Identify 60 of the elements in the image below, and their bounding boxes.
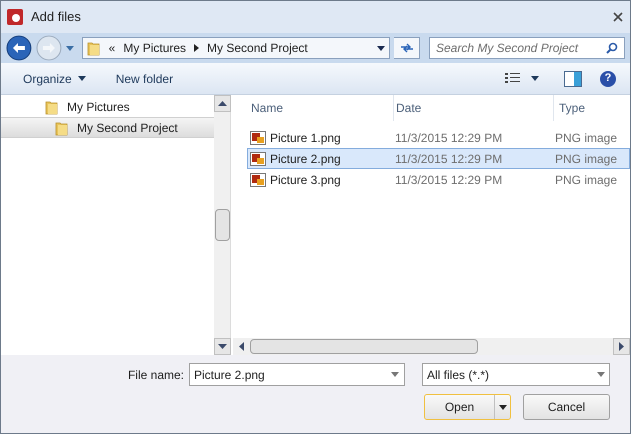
open-button[interactable]: Open — [424, 394, 511, 420]
close-icon[interactable] — [612, 11, 624, 23]
cancel-button[interactable]: Cancel — [523, 394, 610, 420]
new-folder-button[interactable]: New folder — [106, 70, 184, 88]
help-button[interactable]: ? — [600, 70, 616, 86]
folder-icon — [45, 98, 59, 114]
refresh-button[interactable] — [394, 37, 420, 59]
folder-icon — [86, 40, 101, 56]
scroll-right-icon[interactable] — [613, 338, 630, 355]
address-bar[interactable]: « My Pictures My Second Project — [82, 37, 390, 59]
tree-item[interactable]: My Pictures — [1, 96, 214, 117]
column-header[interactable]: Type — [554, 95, 630, 121]
horizontal-scrollbar[interactable] — [233, 338, 630, 355]
image-file-icon — [250, 172, 266, 188]
file-date: 11/3/2015 12:29 PM — [395, 130, 504, 146]
file-row[interactable]: Picture 2.png 11/3/2015 12:29 PM PNG image — [247, 148, 630, 169]
column-header[interactable]: Date — [394, 95, 554, 121]
caret-icon — [78, 76, 86, 81]
caret-icon — [391, 372, 399, 377]
chevron-right-icon — [194, 44, 200, 52]
preview-pane-icon[interactable] — [564, 70, 582, 86]
file-date: 11/3/2015 12:29 PM — [395, 150, 504, 168]
scroll-thumb[interactable] — [214, 209, 230, 241]
overflow-chevron[interactable]: « — [108, 39, 116, 57]
file-row[interactable]: Picture 3.png 11/3/2015 12:29 PM PNG image — [247, 169, 630, 190]
caret-icon — [377, 46, 386, 50]
image-file-icon — [250, 150, 266, 166]
caret-icon — [597, 372, 605, 377]
scroll-down-icon[interactable] — [214, 338, 230, 355]
tree-item[interactable]: My Second Project — [1, 117, 214, 138]
file-type: PNG image — [555, 130, 618, 146]
file-type-dropdown[interactable]: All files (*.*) — [422, 363, 610, 386]
back-icon[interactable] — [6, 35, 32, 61]
file-name-field[interactable]: Picture 2.png — [189, 363, 405, 386]
window-title: Add files — [31, 8, 81, 26]
scroll-up-icon[interactable] — [214, 95, 230, 112]
breadcrumb[interactable]: My Pictures — [123, 39, 186, 57]
scroll-thumb[interactable] — [250, 339, 478, 354]
view-options-icon[interactable] — [505, 72, 521, 86]
search-field[interactable]: Search My Second Project — [428, 37, 625, 59]
file-name-label: File name: — [128, 366, 184, 384]
breadcrumb[interactable]: My Second Project — [207, 39, 308, 57]
file-type: PNG image — [555, 172, 618, 188]
file-date: 11/3/2015 12:29 PM — [395, 172, 504, 188]
file-name: Picture 2.png — [269, 150, 342, 168]
file-type: PNG image — [555, 150, 618, 168]
caret-icon — [66, 46, 74, 50]
vertical-scrollbar[interactable] — [214, 95, 231, 355]
column-header[interactable]: Name — [249, 95, 394, 121]
image-file-icon — [250, 130, 266, 146]
search-icon — [606, 42, 618, 54]
organize-menu[interactable]: Organize — [13, 70, 96, 88]
app-logo-icon — [7, 9, 23, 25]
folder-icon — [55, 120, 69, 136]
refresh-icon — [400, 42, 414, 54]
file-name: Picture 1.png — [269, 130, 342, 146]
caret-icon — [498, 404, 506, 410]
file-row[interactable]: Picture 1.png 11/3/2015 12:29 PM PNG image — [247, 127, 630, 148]
caret-icon — [531, 76, 539, 81]
file-name: Picture 3.png — [269, 172, 342, 188]
